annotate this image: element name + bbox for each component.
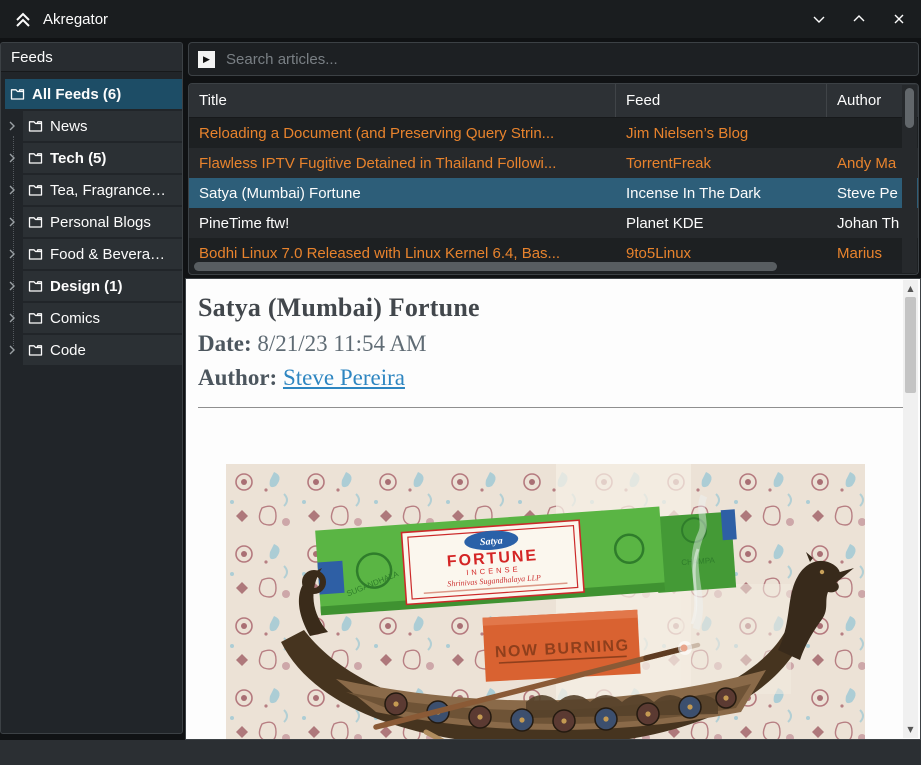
article-row[interactable]: Bodhi Linux 7.0 Released with Linux Kern…: [189, 238, 918, 261]
expander-chevron-icon[interactable]: [1, 312, 23, 324]
folder-icon: [28, 152, 43, 165]
feed-item-label: News: [50, 118, 88, 135]
chevron-down-icon: [811, 11, 827, 27]
article-date-line: Date: 8/21/23 11:54 AM: [198, 331, 920, 357]
article-row[interactable]: Flawless IPTV Fugitive Detained in Thail…: [189, 148, 918, 178]
article-row-feed: Jim Nielsen’s Blog: [616, 125, 827, 142]
folder-icon: [28, 312, 43, 325]
date-value: 8/21/23 11:54 AM: [257, 331, 426, 356]
feed-item-label: Food & Bevera…: [50, 246, 165, 263]
expander-chevron-icon[interactable]: [1, 184, 23, 196]
scroll-down-icon[interactable]: ▼: [903, 725, 918, 734]
feed-item-label: Comics: [50, 310, 100, 327]
folder-icon: [28, 344, 43, 357]
article-rows: Reloading a Document (and Preserving Que…: [189, 118, 918, 261]
sidebar-feed-item[interactable]: Tech (5): [1, 142, 182, 174]
titlebar: Akregator: [0, 0, 921, 38]
divider: [198, 407, 904, 408]
folder-icon: [28, 248, 43, 261]
folder-icon: [10, 88, 25, 101]
feeds-panel-title: Feeds: [1, 43, 182, 72]
article-row-title: Satya (Mumbai) Fortune: [189, 185, 616, 202]
article-title: Satya (Mumbai) Fortune: [198, 293, 920, 323]
minimize-button[interactable]: [811, 11, 827, 27]
search-placeholder: Search articles...: [226, 51, 338, 68]
sidebar-feed-item[interactable]: Comics: [1, 302, 182, 334]
list-scrollbar-handle[interactable]: [905, 88, 914, 128]
article-row[interactable]: PineTime ftw! Planet KDE Johan Th: [189, 208, 918, 238]
folder-icon: [28, 184, 43, 197]
sidebar-feed-item[interactable]: Personal Blogs: [1, 206, 182, 238]
article-image: SUGANDHALA CHAMPA Satya FORTUNE INCENSE …: [226, 464, 865, 740]
author-label: Author:: [198, 365, 277, 390]
feed-item-label: Code: [50, 342, 86, 359]
expander-chevron-icon[interactable]: [1, 120, 23, 132]
feed-item-label: All Feeds (6): [32, 86, 121, 103]
horizontal-scrollbar-handle[interactable]: [194, 262, 777, 271]
list-vertical-scrollbar[interactable]: [902, 85, 917, 273]
article-row-title: Bodhi Linux 7.0 Released with Linux Kern…: [189, 245, 616, 262]
viewer-scrollbar-handle[interactable]: [905, 297, 916, 393]
close-button[interactable]: [891, 11, 907, 27]
search-input[interactable]: ▶ Search articles...: [188, 42, 919, 76]
app-icon: [13, 9, 33, 29]
expander-chevron-icon[interactable]: [1, 248, 23, 260]
expander-chevron-icon[interactable]: [1, 216, 23, 228]
expander-chevron-icon[interactable]: [1, 152, 23, 164]
sidebar-feed-item[interactable]: News: [1, 110, 182, 142]
folder-icon: [28, 120, 43, 133]
article-author-line: Author: Steve Pereira: [198, 365, 920, 391]
article-row-feed: TorrentFreak: [616, 155, 827, 172]
article-row-title: Reloading a Document (and Preserving Que…: [189, 125, 616, 142]
maximize-button[interactable]: [851, 11, 867, 27]
sidebar-feed-item[interactable]: Tea, Fragrance…: [1, 174, 182, 206]
feeds-panel: Feeds All Feeds (6) News: [0, 42, 183, 734]
article-list-header: Title Feed Author: [189, 84, 918, 118]
article-row[interactable]: Reloading a Document (and Preserving Que…: [189, 118, 918, 148]
feed-item-label: Tech (5): [50, 150, 106, 167]
horizontal-scrollbar[interactable]: [190, 260, 902, 273]
sidebar-feed-item[interactable]: Code: [1, 334, 182, 366]
expander-chevron-icon[interactable]: [1, 280, 23, 292]
article-row-feed: Incense In The Dark: [616, 185, 827, 202]
chevron-up-icon: [851, 11, 867, 27]
folder-icon: [28, 216, 43, 229]
feed-item-label: Design (1): [50, 278, 123, 295]
sidebar-feed-item[interactable]: Design (1): [1, 270, 182, 302]
feed-item-label: Personal Blogs: [50, 214, 151, 231]
close-icon: [891, 11, 907, 27]
author-link[interactable]: Steve Pereira: [283, 365, 405, 390]
window-bottom-edge: [0, 740, 921, 765]
column-header-title[interactable]: Title: [189, 84, 616, 117]
sidebar-feed-item[interactable]: Food & Bevera…: [1, 238, 182, 270]
article-list: Title Feed Author Reloading a Document (…: [188, 83, 919, 275]
article-row-feed: Planet KDE: [616, 215, 827, 232]
article-row[interactable]: Satya (Mumbai) Fortune Incense In The Da…: [189, 178, 918, 208]
article-row-title: Flawless IPTV Fugitive Detained in Thail…: [189, 155, 616, 172]
feed-item-label: Tea, Fragrance…: [50, 182, 166, 199]
filter-icon: ▶: [198, 51, 215, 68]
folder-icon: [28, 280, 43, 293]
expander-chevron-icon[interactable]: [1, 344, 23, 356]
akregator-window: Akregator Feeds: [0, 0, 921, 765]
column-header-feed[interactable]: Feed: [616, 84, 827, 117]
window-title: Akregator: [43, 11, 108, 28]
date-label: Date:: [198, 331, 252, 356]
article-row-feed: 9to5Linux: [616, 245, 827, 262]
sidebar-feed-item[interactable]: All Feeds (6): [1, 78, 182, 110]
viewer-vertical-scrollbar[interactable]: ▲ ▼: [903, 280, 918, 738]
article-row-title: PineTime ftw!: [189, 215, 616, 232]
feed-tree: All Feeds (6) News Tech (5): [1, 72, 182, 366]
scroll-up-icon[interactable]: ▲: [903, 284, 918, 293]
article-viewer: Satya (Mumbai) Fortune Date: 8/21/23 11:…: [185, 278, 921, 740]
svg-text:Satya: Satya: [480, 536, 503, 549]
